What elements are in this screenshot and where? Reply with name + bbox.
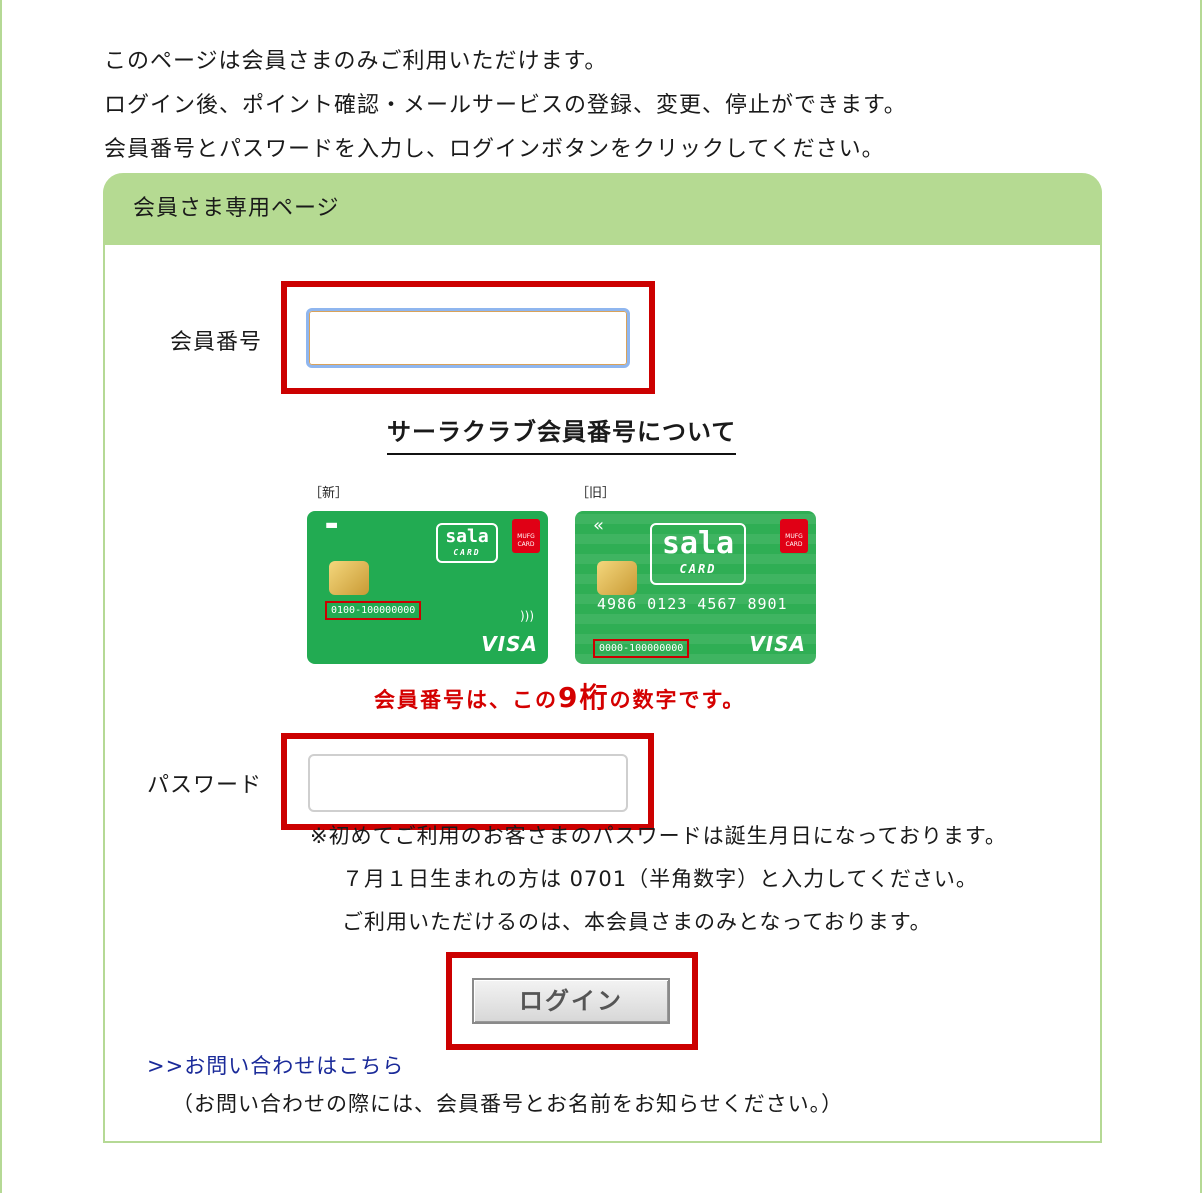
sala-logo-text: sala <box>661 526 735 561</box>
new-card-image: ▬ sala CARD MUFG CARD 0100-100000000 ))) … <box>307 511 548 664</box>
mufg-logo: MUFG CARD <box>512 519 540 553</box>
intro-line-2: ログイン後、ポイント確認・メールサービスの登録、変更、停止ができます。 <box>104 93 907 118</box>
sala-logo-sub: CARD <box>679 562 717 576</box>
new-card-tag: ［新］ <box>309 486 349 501</box>
old-card-number: 4986 0123 4567 8901 <box>597 595 788 613</box>
card-arrow-icon: « <box>593 515 605 536</box>
intro-line-1: このページは会員さまのみご利用いただけます。 <box>104 49 608 74</box>
card-mark-icon: ▬ <box>325 517 339 533</box>
sala-logo: sala CARD <box>650 523 746 585</box>
mufg-logo: MUFG CARD <box>780 519 808 553</box>
contactless-icon: ))) <box>519 609 534 623</box>
old-card-image: « sala CARD MUFG CARD 4986 0123 4567 8901… <box>575 511 816 664</box>
member-number-label: 会員番号 <box>170 330 263 355</box>
visa-logo: VISA <box>481 632 538 656</box>
new-card-member-number: 0100-100000000 <box>325 601 422 620</box>
chip-icon <box>329 561 369 595</box>
password-label: パスワード <box>147 773 263 798</box>
chip-icon <box>597 561 637 595</box>
intro-line-3: 会員番号とパスワードを入力し、ログインボタンをクリックしてください。 <box>104 137 885 162</box>
panel-header: 会員さま専用ページ <box>103 173 1102 245</box>
password-input[interactable] <box>308 754 628 812</box>
sala-logo-text: sala <box>445 526 489 547</box>
login-button[interactable]: ログイン <box>472 978 670 1024</box>
old-card-tag: ［旧］ <box>576 486 616 501</box>
member-number-info-link[interactable]: サーラクラブ会員番号について <box>387 412 737 455</box>
member-number-note-pre: 会員番号は、この <box>374 688 558 712</box>
password-note: ※初めてご利用のお客さまのパスワードは誕生月日になっております。 ７月１日生まれ… <box>310 815 1007 944</box>
password-note-1: ※初めてご利用のお客さまのパスワードは誕生月日になっております。 <box>310 824 1007 848</box>
contact-note: （お問い合わせの際には、会員番号とお名前をお知らせください。） <box>172 1092 844 1116</box>
contact-link[interactable]: >>お問い合わせはこちら <box>147 1050 404 1080</box>
visa-logo: VISA <box>749 632 806 656</box>
password-note-3: ご利用いただけるのは、本会員さまのみとなっております。 <box>342 910 932 934</box>
old-card-member-number: 0000-100000000 <box>593 639 690 658</box>
intro-text: このページは会員さまのみご利用いただけます。 ログイン後、ポイント確認・メールサ… <box>104 44 907 176</box>
member-number-note: 会員番号は、この9桁の数字です。 <box>374 676 745 716</box>
member-number-note-post: の数字です。 <box>609 688 746 712</box>
panel-title: 会員さま専用ページ <box>133 196 340 221</box>
password-note-2: ７月１日生まれの方は 0701（半角数字）と入力してください。 <box>342 867 978 891</box>
member-number-input[interactable] <box>306 308 630 368</box>
member-number-note-digits: 9桁 <box>558 681 610 714</box>
sala-logo-sub: CARD <box>453 548 481 557</box>
sala-logo: sala CARD <box>436 523 498 563</box>
